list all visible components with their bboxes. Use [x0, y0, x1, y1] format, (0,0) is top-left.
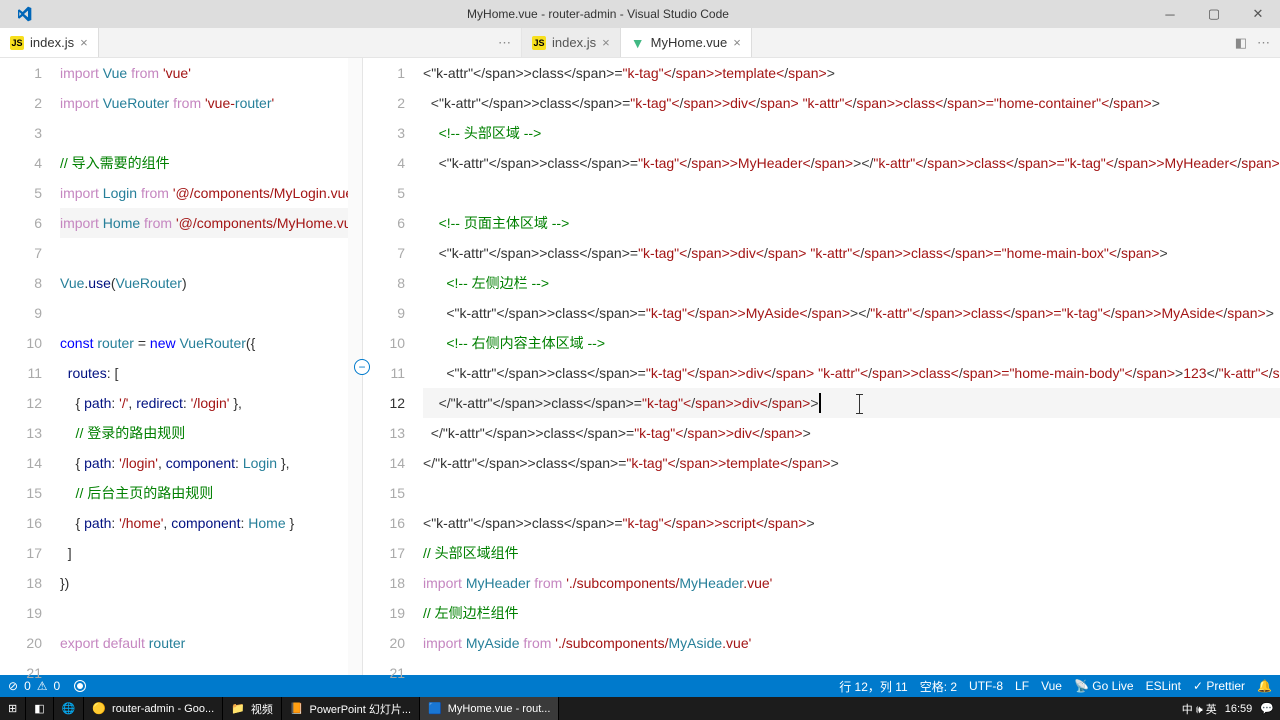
- editor-tab[interactable]: JSindex.js×: [522, 28, 621, 57]
- tab-close-icon[interactable]: ×: [733, 35, 741, 50]
- taskbar-item[interactable]: ◧: [26, 697, 53, 720]
- editor-group-1[interactable]: 123456789101112131415161718192021 import…: [0, 58, 363, 675]
- taskbar-item[interactable]: 🟡router-admin - Goo...: [84, 697, 223, 720]
- tab-close-icon[interactable]: ×: [80, 35, 88, 50]
- maximize-button[interactable]: ▢: [1192, 0, 1236, 28]
- tab-group-2: JSindex.js×▼MyHome.vue×: [522, 28, 752, 57]
- code-area-1[interactable]: import Vue from 'vue'import VueRouter fr…: [60, 58, 362, 675]
- editor-group-2[interactable]: 123456789101112131415161718192021 <"k-at…: [363, 58, 1280, 675]
- line-gutter-1: 123456789101112131415161718192021: [0, 58, 60, 675]
- editor-tab[interactable]: ▼MyHome.vue×: [621, 28, 752, 57]
- code-area-2[interactable]: <"k-attr"</span>>class</span>="k-tag"</s…: [423, 58, 1280, 675]
- close-button[interactable]: ✕: [1236, 0, 1280, 28]
- tab-group-1-actions: ⋯: [498, 28, 521, 57]
- taskbar-item[interactable]: 📙PowerPoint 幻灯片...: [282, 697, 420, 720]
- taskbar-item[interactable]: 🌐: [54, 697, 85, 720]
- taskbar-item[interactable]: ⊞: [0, 697, 26, 720]
- window-title: MyHome.vue - router-admin - Visual Studi…: [48, 7, 1148, 21]
- tab-group-1: JSindex.js×: [0, 28, 498, 57]
- tab-close-icon[interactable]: ×: [602, 35, 610, 50]
- more-actions-icon[interactable]: ⋯: [1257, 35, 1270, 51]
- taskbar-item[interactable]: 🟦MyHome.vue - rout...: [420, 697, 559, 720]
- split-layout-icon[interactable]: ◧: [1235, 35, 1247, 51]
- taskbar-item[interactable]: 📁视频: [223, 697, 282, 720]
- tab-group-2-actions: ◧ ⋯: [1235, 28, 1280, 57]
- minimize-button[interactable]: ─: [1148, 0, 1192, 28]
- windows-taskbar: ⊞◧🌐🟡router-admin - Goo...📁视频📙PowerPoint …: [0, 697, 1280, 720]
- line-gutter-2: 123456789101112131415161718192021: [363, 58, 423, 675]
- vscode-logo-icon: [0, 6, 48, 22]
- window-controls: ─ ▢ ✕: [1148, 0, 1280, 28]
- live-server-icon[interactable]: [74, 680, 86, 692]
- titlebar: MyHome.vue - router-admin - Visual Studi…: [0, 0, 1280, 28]
- editor-tabs: JSindex.js× ⋯ JSindex.js×▼MyHome.vue× ◧ …: [0, 28, 1280, 58]
- main-area: 123456789101112131415161718192021 import…: [0, 58, 1280, 675]
- system-tray[interactable]: 中 🕪 英16:59💬: [1182, 701, 1280, 717]
- editor-tab[interactable]: JSindex.js×: [0, 28, 99, 57]
